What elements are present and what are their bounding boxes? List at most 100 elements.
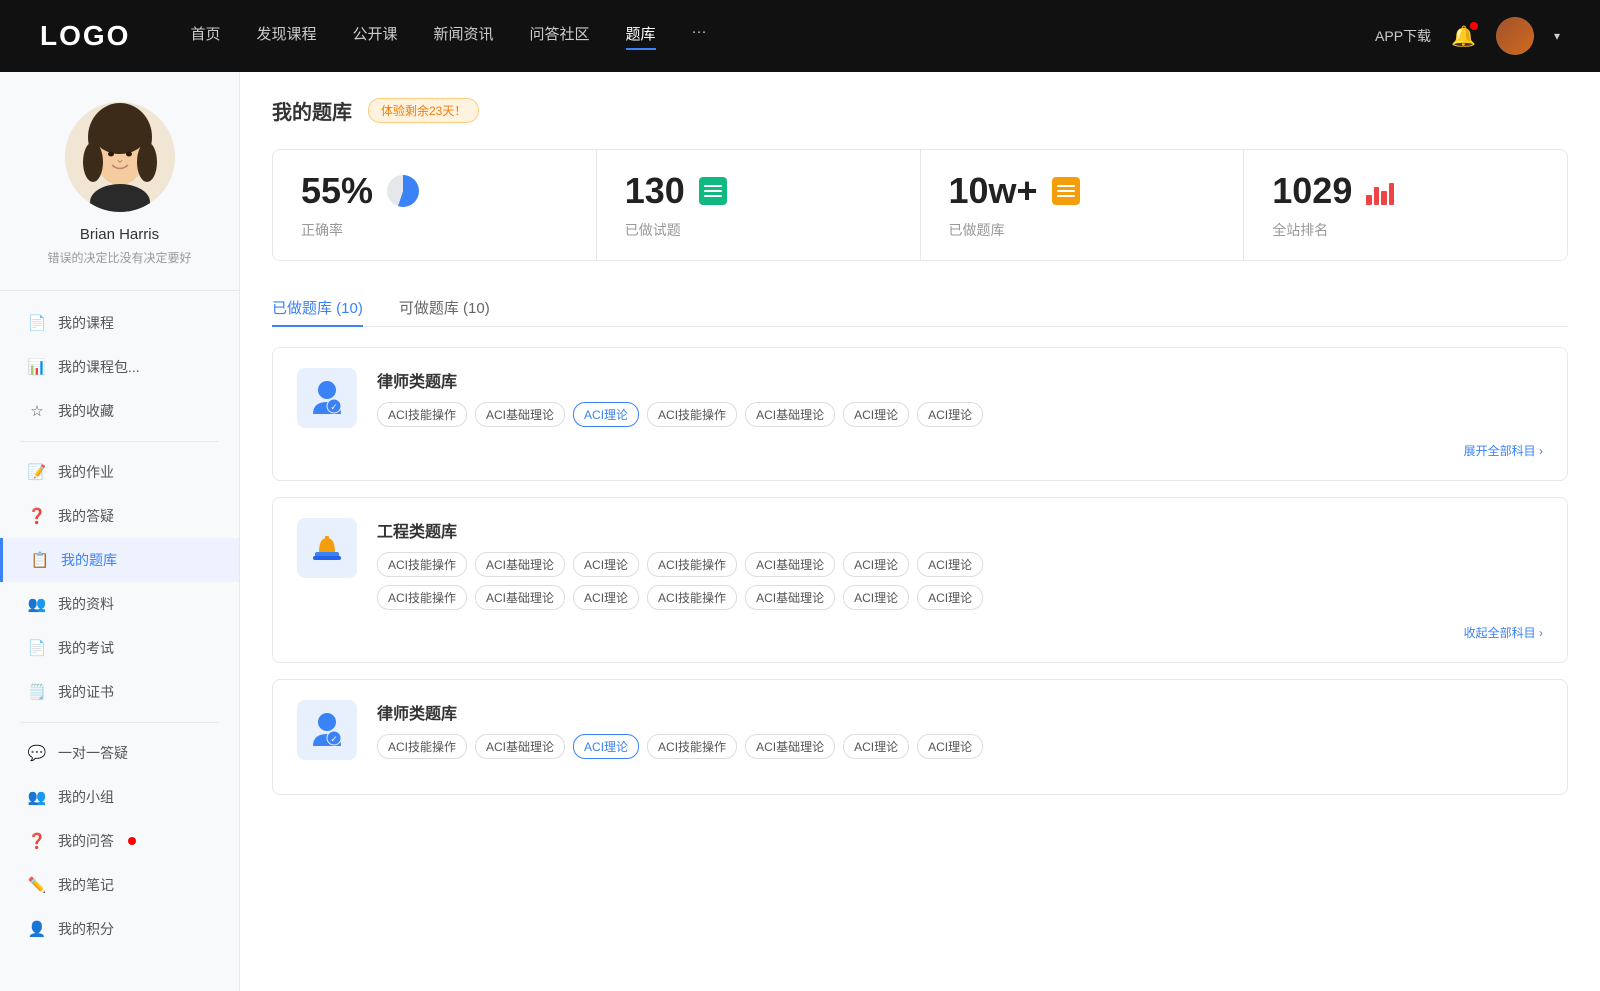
page-title: 我的题库 [272, 96, 352, 125]
sidebar-item-points[interactable]: 👤 我的积分 [0, 907, 239, 951]
bank-tag[interactable]: ACI基础理论 [475, 402, 565, 427]
page-header: 我的题库 体验剩余23天！ [272, 96, 1568, 125]
stat-value-correct: 55% [301, 170, 373, 212]
bank-tag[interactable]: ACI基础理论 [475, 552, 565, 577]
stat-label-correct: 正确率 [301, 220, 568, 240]
stat-top-questions: 130 [625, 170, 892, 212]
notes-icon: ✏️ [28, 876, 46, 894]
sidebar-item-course-packages[interactable]: 📊 我的课程包... [0, 345, 239, 389]
bank-list: ✓ 律师类题库 ACI技能操作 ACI基础理论 ACI理论 ACI技能操作 AC… [272, 347, 1568, 811]
bank-tag[interactable]: ACI基础理论 [475, 585, 565, 610]
sidebar-item-homework[interactable]: 📝 我的作业 [0, 450, 239, 494]
bank-info-engineer: 工程类题库 ACI技能操作 ACI基础理论 ACI理论 ACI技能操作 ACI基… [377, 518, 1543, 610]
bank-tag-selected[interactable]: ACI理论 [573, 734, 639, 759]
bank-tag[interactable]: ACI技能操作 [377, 734, 467, 759]
sidebar-item-courses[interactable]: 📄 我的课程 [0, 301, 239, 345]
logo: LOGO [40, 20, 130, 52]
bank-header-lawyer-2: ✓ 律师类题库 ACI技能操作 ACI基础理论 ACI理论 ACI技能操作 AC… [297, 700, 1543, 760]
bank-tag[interactable]: ACI理论 [843, 585, 909, 610]
chart-red-icon [1366, 177, 1394, 205]
bank-tag[interactable]: ACI基础理论 [475, 734, 565, 759]
questions-notification-dot [128, 837, 136, 845]
bank-tag[interactable]: ACI基础理论 [745, 734, 835, 759]
nav-more[interactable]: ··· [692, 23, 707, 50]
bank-tag[interactable]: ACI基础理论 [745, 402, 835, 427]
lawyer-icon-svg: ✓ [305, 376, 349, 420]
bank-tag[interactable]: ACI基础理论 [745, 585, 835, 610]
sidebar-item-questionbank[interactable]: 📋 我的题库 [0, 538, 239, 582]
bank-info-lawyer-1: 律师类题库 ACI技能操作 ACI基础理论 ACI理论 ACI技能操作 ACI基… [377, 368, 1543, 427]
bank-tag[interactable]: ACI理论 [917, 734, 983, 759]
tab-done-banks[interactable]: 已做题库 (10) [272, 289, 363, 326]
user-dropdown-icon[interactable]: ▾ [1554, 29, 1560, 43]
sidebar-item-exam[interactable]: 📄 我的考试 [0, 626, 239, 670]
user-avatar[interactable] [1496, 17, 1534, 55]
nav-home[interactable]: 首页 [190, 23, 220, 50]
stat-label-banks: 已做题库 [949, 220, 1216, 240]
app-download-button[interactable]: APP下载 [1375, 26, 1431, 46]
bank-tags-engineer: ACI技能操作 ACI基础理论 ACI理论 ACI技能操作 ACI基础理论 AC… [377, 552, 1543, 577]
svg-text:✓: ✓ [330, 402, 338, 412]
notes-label: 我的笔记 [58, 875, 114, 895]
nav-questionbank[interactable]: 题库 [626, 23, 656, 50]
stat-top-correct: 55% [301, 170, 568, 212]
bank-tag[interactable]: ACI理论 [917, 585, 983, 610]
sidebar-item-favorites[interactable]: ☆ 我的收藏 [0, 389, 239, 433]
bank-tag[interactable]: ACI技能操作 [377, 552, 467, 577]
nav-news[interactable]: 新闻资讯 [434, 23, 494, 50]
bank-icon-lawyer-2: ✓ [297, 700, 357, 760]
bank-tag[interactable]: ACI技能操作 [647, 402, 737, 427]
nav-discover[interactable]: 发现课程 [256, 23, 316, 50]
bank-tag[interactable]: ACI理论 [843, 552, 909, 577]
bank-tag[interactable]: ACI技能操作 [377, 402, 467, 427]
bank-tag[interactable]: ACI技能操作 [377, 585, 467, 610]
bank-tag[interactable]: ACI技能操作 [647, 585, 737, 610]
bank-tag[interactable]: ACI基础理论 [745, 552, 835, 577]
bank-tags-lawyer-1: ACI技能操作 ACI基础理论 ACI理论 ACI技能操作 ACI基础理论 AC… [377, 402, 1543, 427]
bank-item-lawyer-2: ✓ 律师类题库 ACI技能操作 ACI基础理论 ACI理论 ACI技能操作 AC… [272, 679, 1568, 795]
bank-tag[interactable]: ACI理论 [917, 402, 983, 427]
doc-green-icon [699, 177, 727, 205]
courses-icon: 📄 [28, 314, 46, 332]
sidebar-item-notes[interactable]: ✏️ 我的笔记 [0, 863, 239, 907]
stats-row: 55% 正确率 130 已做试题 [272, 149, 1568, 261]
homework-icon: 📝 [28, 463, 46, 481]
topnav: LOGO 首页 发现课程 公开课 新闻资讯 问答社区 题库 ··· APP下载 … [0, 0, 1600, 72]
tab-available-banks[interactable]: 可做题库 (10) [399, 289, 490, 326]
bank-tag[interactable]: ACI理论 [917, 552, 983, 577]
list-orange-icon [1052, 177, 1080, 205]
bank-tags-lawyer-2: ACI技能操作 ACI基础理论 ACI理论 ACI技能操作 ACI基础理论 AC… [377, 734, 1543, 759]
stat-card-correct-rate: 55% 正确率 [273, 150, 596, 260]
sidebar-item-profile[interactable]: 👥 我的资料 [0, 582, 239, 626]
bank-tag[interactable]: ACI理论 [843, 402, 909, 427]
notification-dot [1470, 22, 1478, 30]
stat-card-rank: 1029 全站排名 [1244, 150, 1567, 260]
bank-tag[interactable]: ACI理论 [573, 552, 639, 577]
sidebar-item-1on1[interactable]: 💬 一对一答疑 [0, 731, 239, 775]
doc-line1 [704, 185, 722, 187]
bank-item-lawyer-1: ✓ 律师类题库 ACI技能操作 ACI基础理论 ACI理论 ACI技能操作 AC… [272, 347, 1568, 481]
expand-button-lawyer-1[interactable]: 展开全部科目 › [1464, 444, 1543, 458]
bank-tags-engineer-row2: ACI技能操作 ACI基础理论 ACI理论 ACI技能操作 ACI基础理论 AC… [377, 585, 1543, 610]
bank-tag[interactable]: ACI理论 [843, 734, 909, 759]
bank-tag[interactable]: ACI技能操作 [647, 552, 737, 577]
sidebar-item-questions[interactable]: ❓ 我的问答 [0, 819, 239, 863]
nav-open-course[interactable]: 公开课 [352, 23, 397, 50]
sidebar-item-qa[interactable]: ❓ 我的答疑 [0, 494, 239, 538]
collapse-button-engineer[interactable]: 收起全部科目 › [1464, 626, 1543, 640]
sidebar-item-certificate[interactable]: 🗒️ 我的证书 [0, 670, 239, 714]
bank-tag-selected[interactable]: ACI理论 [573, 402, 639, 427]
bank-tag[interactable]: ACI理论 [573, 585, 639, 610]
notification-bell-icon[interactable]: 🔔 [1451, 24, 1476, 49]
chart-bar1 [1366, 195, 1372, 205]
sidebar-item-group[interactable]: 👥 我的小组 [0, 775, 239, 819]
stat-card-questions-done: 130 已做试题 [597, 150, 920, 260]
course-packages-icon: 📊 [28, 358, 46, 376]
stat-top-rank: 1029 [1272, 170, 1539, 212]
sidebar: Brian Harris 错误的决定比没有决定要好 📄 我的课程 📊 我的课程包… [0, 72, 240, 991]
engineer-icon-svg [305, 526, 349, 570]
nav-links: 首页 发现课程 公开课 新闻资讯 问答社区 题库 ··· [190, 23, 1375, 50]
nav-qa[interactable]: 问答社区 [530, 23, 590, 50]
bank-tag[interactable]: ACI技能操作 [647, 734, 737, 759]
bank-expand-engineer: 收起全部科目 › [297, 624, 1543, 642]
